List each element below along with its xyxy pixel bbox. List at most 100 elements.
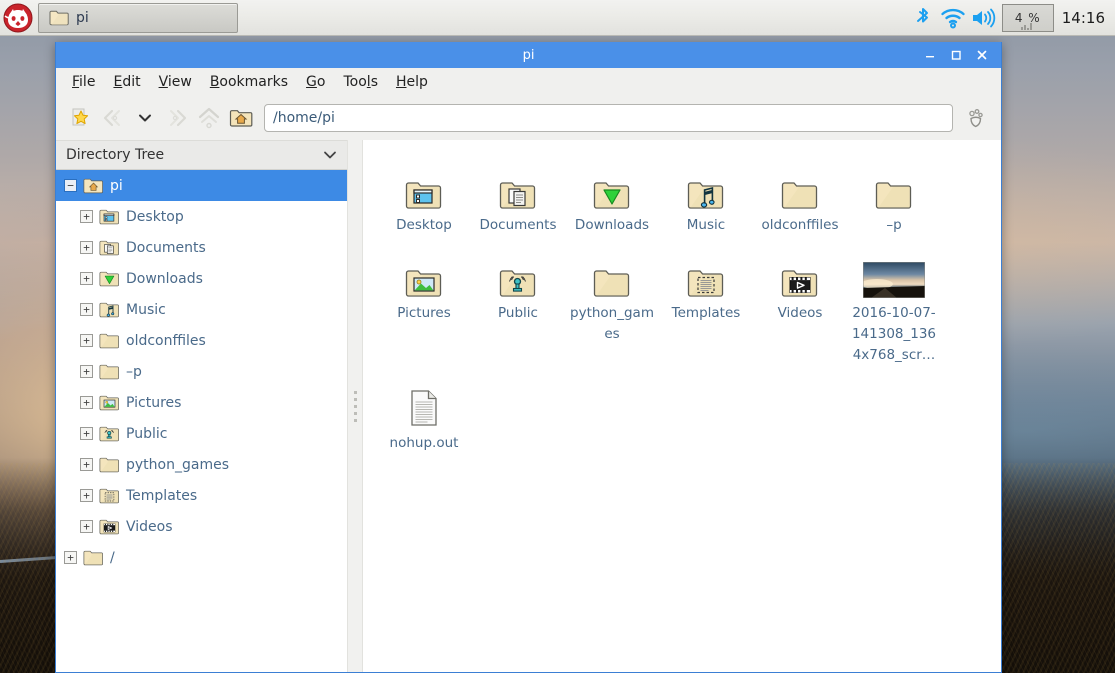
tree-expand-icon[interactable]: + bbox=[80, 272, 93, 285]
tree-expand-icon[interactable]: + bbox=[80, 489, 93, 502]
file-item[interactable]: Videos bbox=[753, 238, 847, 368]
up-arrow-icon[interactable] bbox=[194, 103, 224, 133]
tree-expand-icon[interactable]: + bbox=[80, 303, 93, 316]
downloads-folder-icon bbox=[593, 156, 631, 210]
templates-folder-icon bbox=[99, 487, 120, 504]
app-menu-logo-icon[interactable] bbox=[2, 2, 34, 34]
file-item[interactable]: Music bbox=[659, 150, 753, 238]
folder-icon bbox=[593, 244, 631, 298]
window-controls bbox=[917, 43, 1001, 67]
tree-item-Documents[interactable]: + Documents bbox=[56, 232, 347, 263]
file-item-label: 2016-10-07-141308_1364x768_scr… bbox=[849, 303, 939, 366]
file-item[interactable]: Documents bbox=[471, 150, 565, 238]
window-title: pi bbox=[56, 48, 1001, 63]
tree-item-label: Public bbox=[126, 426, 167, 442]
folder-icon bbox=[781, 156, 819, 210]
chevron-down-icon[interactable] bbox=[130, 103, 160, 133]
file-item[interactable]: 2016-10-07-141308_1364x768_scr… bbox=[847, 238, 941, 368]
file-item[interactable]: –p bbox=[847, 150, 941, 238]
menu-bookmarks[interactable]: Bookmarks bbox=[202, 71, 296, 93]
taskbar: pi 4 % bbox=[0, 0, 1115, 36]
tree-item-Desktop[interactable]: +Desktop bbox=[56, 201, 347, 232]
directory-tree-pane: Directory Tree −pi+Desktop+Documents+Dow… bbox=[56, 140, 347, 672]
tree-item-[interactable]: +/ bbox=[56, 542, 347, 573]
file-item[interactable]: nohup.out bbox=[377, 368, 471, 456]
pane-splitter[interactable] bbox=[347, 140, 363, 672]
menu-tools[interactable]: Tools bbox=[335, 71, 386, 93]
tree-expand-icon[interactable]: + bbox=[64, 551, 77, 564]
file-list-view[interactable]: Desktop Documents DownloadsMusic oldconffil… bbox=[363, 140, 1001, 672]
file-item-label: oldconffiles bbox=[762, 215, 839, 236]
desktop-folder-icon bbox=[99, 208, 120, 225]
tree-item-Public[interactable]: + Public bbox=[56, 418, 347, 449]
close-button[interactable] bbox=[969, 43, 995, 67]
file-item[interactable]: python_games bbox=[565, 238, 659, 368]
text-document-icon bbox=[407, 374, 441, 428]
file-item[interactable]: Public bbox=[471, 238, 565, 368]
file-item-label: Public bbox=[498, 303, 538, 324]
public-folder-icon bbox=[499, 244, 537, 298]
paw-go-icon[interactable] bbox=[961, 103, 991, 133]
path-value: /home/pi bbox=[273, 110, 335, 126]
cpu-usage-monitor[interactable]: 4 % bbox=[1002, 4, 1054, 32]
tree-collapse-icon[interactable]: − bbox=[64, 179, 77, 192]
bookmark-star-icon[interactable] bbox=[66, 103, 96, 133]
back-arrow-icon[interactable] bbox=[98, 103, 128, 133]
tree-item-oldconffiles[interactable]: +oldconffiles bbox=[56, 325, 347, 356]
tree-expand-icon[interactable]: + bbox=[80, 520, 93, 533]
tree-expand-icon[interactable]: + bbox=[80, 458, 93, 471]
file-item[interactable]: Pictures bbox=[377, 238, 471, 368]
file-item[interactable]: Downloads bbox=[565, 150, 659, 238]
clock[interactable]: 14:16 bbox=[1060, 9, 1115, 27]
tree-expand-icon[interactable]: + bbox=[80, 334, 93, 347]
home-folder-icon[interactable] bbox=[226, 103, 256, 133]
videos-folder-icon bbox=[99, 518, 120, 535]
tree-item-python_games[interactable]: +python_games bbox=[56, 449, 347, 480]
menu-help[interactable]: Help bbox=[388, 71, 436, 93]
taskbar-window-button-pi[interactable]: pi bbox=[38, 3, 238, 33]
menu-file[interactable]: FFileile bbox=[64, 71, 103, 93]
tree-item-label: / bbox=[110, 550, 115, 566]
file-item-label: Documents bbox=[480, 215, 557, 236]
folder-icon bbox=[875, 156, 913, 210]
tree-item-Pictures[interactable]: +Pictures bbox=[56, 387, 347, 418]
menu-view[interactable]: View bbox=[151, 71, 200, 93]
tree-item-Music[interactable]: + Music bbox=[56, 294, 347, 325]
tree-expand-icon[interactable]: + bbox=[80, 427, 93, 440]
volume-icon[interactable] bbox=[968, 3, 998, 33]
folder-icon bbox=[99, 332, 120, 349]
file-item[interactable]: oldconffiles bbox=[753, 150, 847, 238]
tree-expand-icon[interactable]: + bbox=[80, 365, 93, 378]
tree-expand-icon[interactable]: + bbox=[80, 241, 93, 254]
tree-item-label: Music bbox=[126, 302, 166, 318]
tree-expand-icon[interactable]: + bbox=[80, 210, 93, 223]
file-item[interactable]: Desktop bbox=[377, 150, 471, 238]
tree-item-Templates[interactable]: +Templates bbox=[56, 480, 347, 511]
directory-tree-title: Directory Tree bbox=[66, 147, 164, 163]
bluetooth-icon[interactable] bbox=[908, 3, 938, 33]
tree-expand-icon[interactable]: + bbox=[80, 396, 93, 409]
wifi-icon[interactable] bbox=[938, 3, 968, 33]
minimize-button[interactable] bbox=[917, 43, 943, 67]
tree-item-Videos[interactable]: +Videos bbox=[56, 511, 347, 542]
folder-icon bbox=[99, 456, 120, 473]
tree-item-pi[interactable]: −pi bbox=[56, 170, 347, 201]
image-thumbnail bbox=[863, 244, 925, 298]
chevron-down-icon[interactable] bbox=[323, 150, 337, 160]
forward-arrow-icon[interactable] bbox=[162, 103, 192, 133]
videos-folder-icon bbox=[781, 244, 819, 298]
tree-item-Downloads[interactable]: +Downloads bbox=[56, 263, 347, 294]
window-body: Directory Tree −pi+Desktop+Documents+Dow… bbox=[56, 140, 1001, 672]
tree-item-label: Documents bbox=[126, 240, 206, 256]
splitter-grip bbox=[354, 391, 357, 422]
tree-item-p[interactable]: +–p bbox=[56, 356, 347, 387]
file-item-label: Desktop bbox=[396, 215, 452, 236]
menu-go[interactable]: Go bbox=[298, 71, 333, 93]
path-input[interactable]: /home/pi bbox=[264, 104, 953, 132]
window-titlebar[interactable]: pi bbox=[56, 42, 1001, 68]
directory-tree-header[interactable]: Directory Tree bbox=[56, 140, 347, 170]
file-item-label: –p bbox=[886, 215, 901, 236]
menu-edit[interactable]: Edit bbox=[105, 71, 148, 93]
file-item[interactable]: Templates bbox=[659, 238, 753, 368]
maximize-button[interactable] bbox=[943, 43, 969, 67]
